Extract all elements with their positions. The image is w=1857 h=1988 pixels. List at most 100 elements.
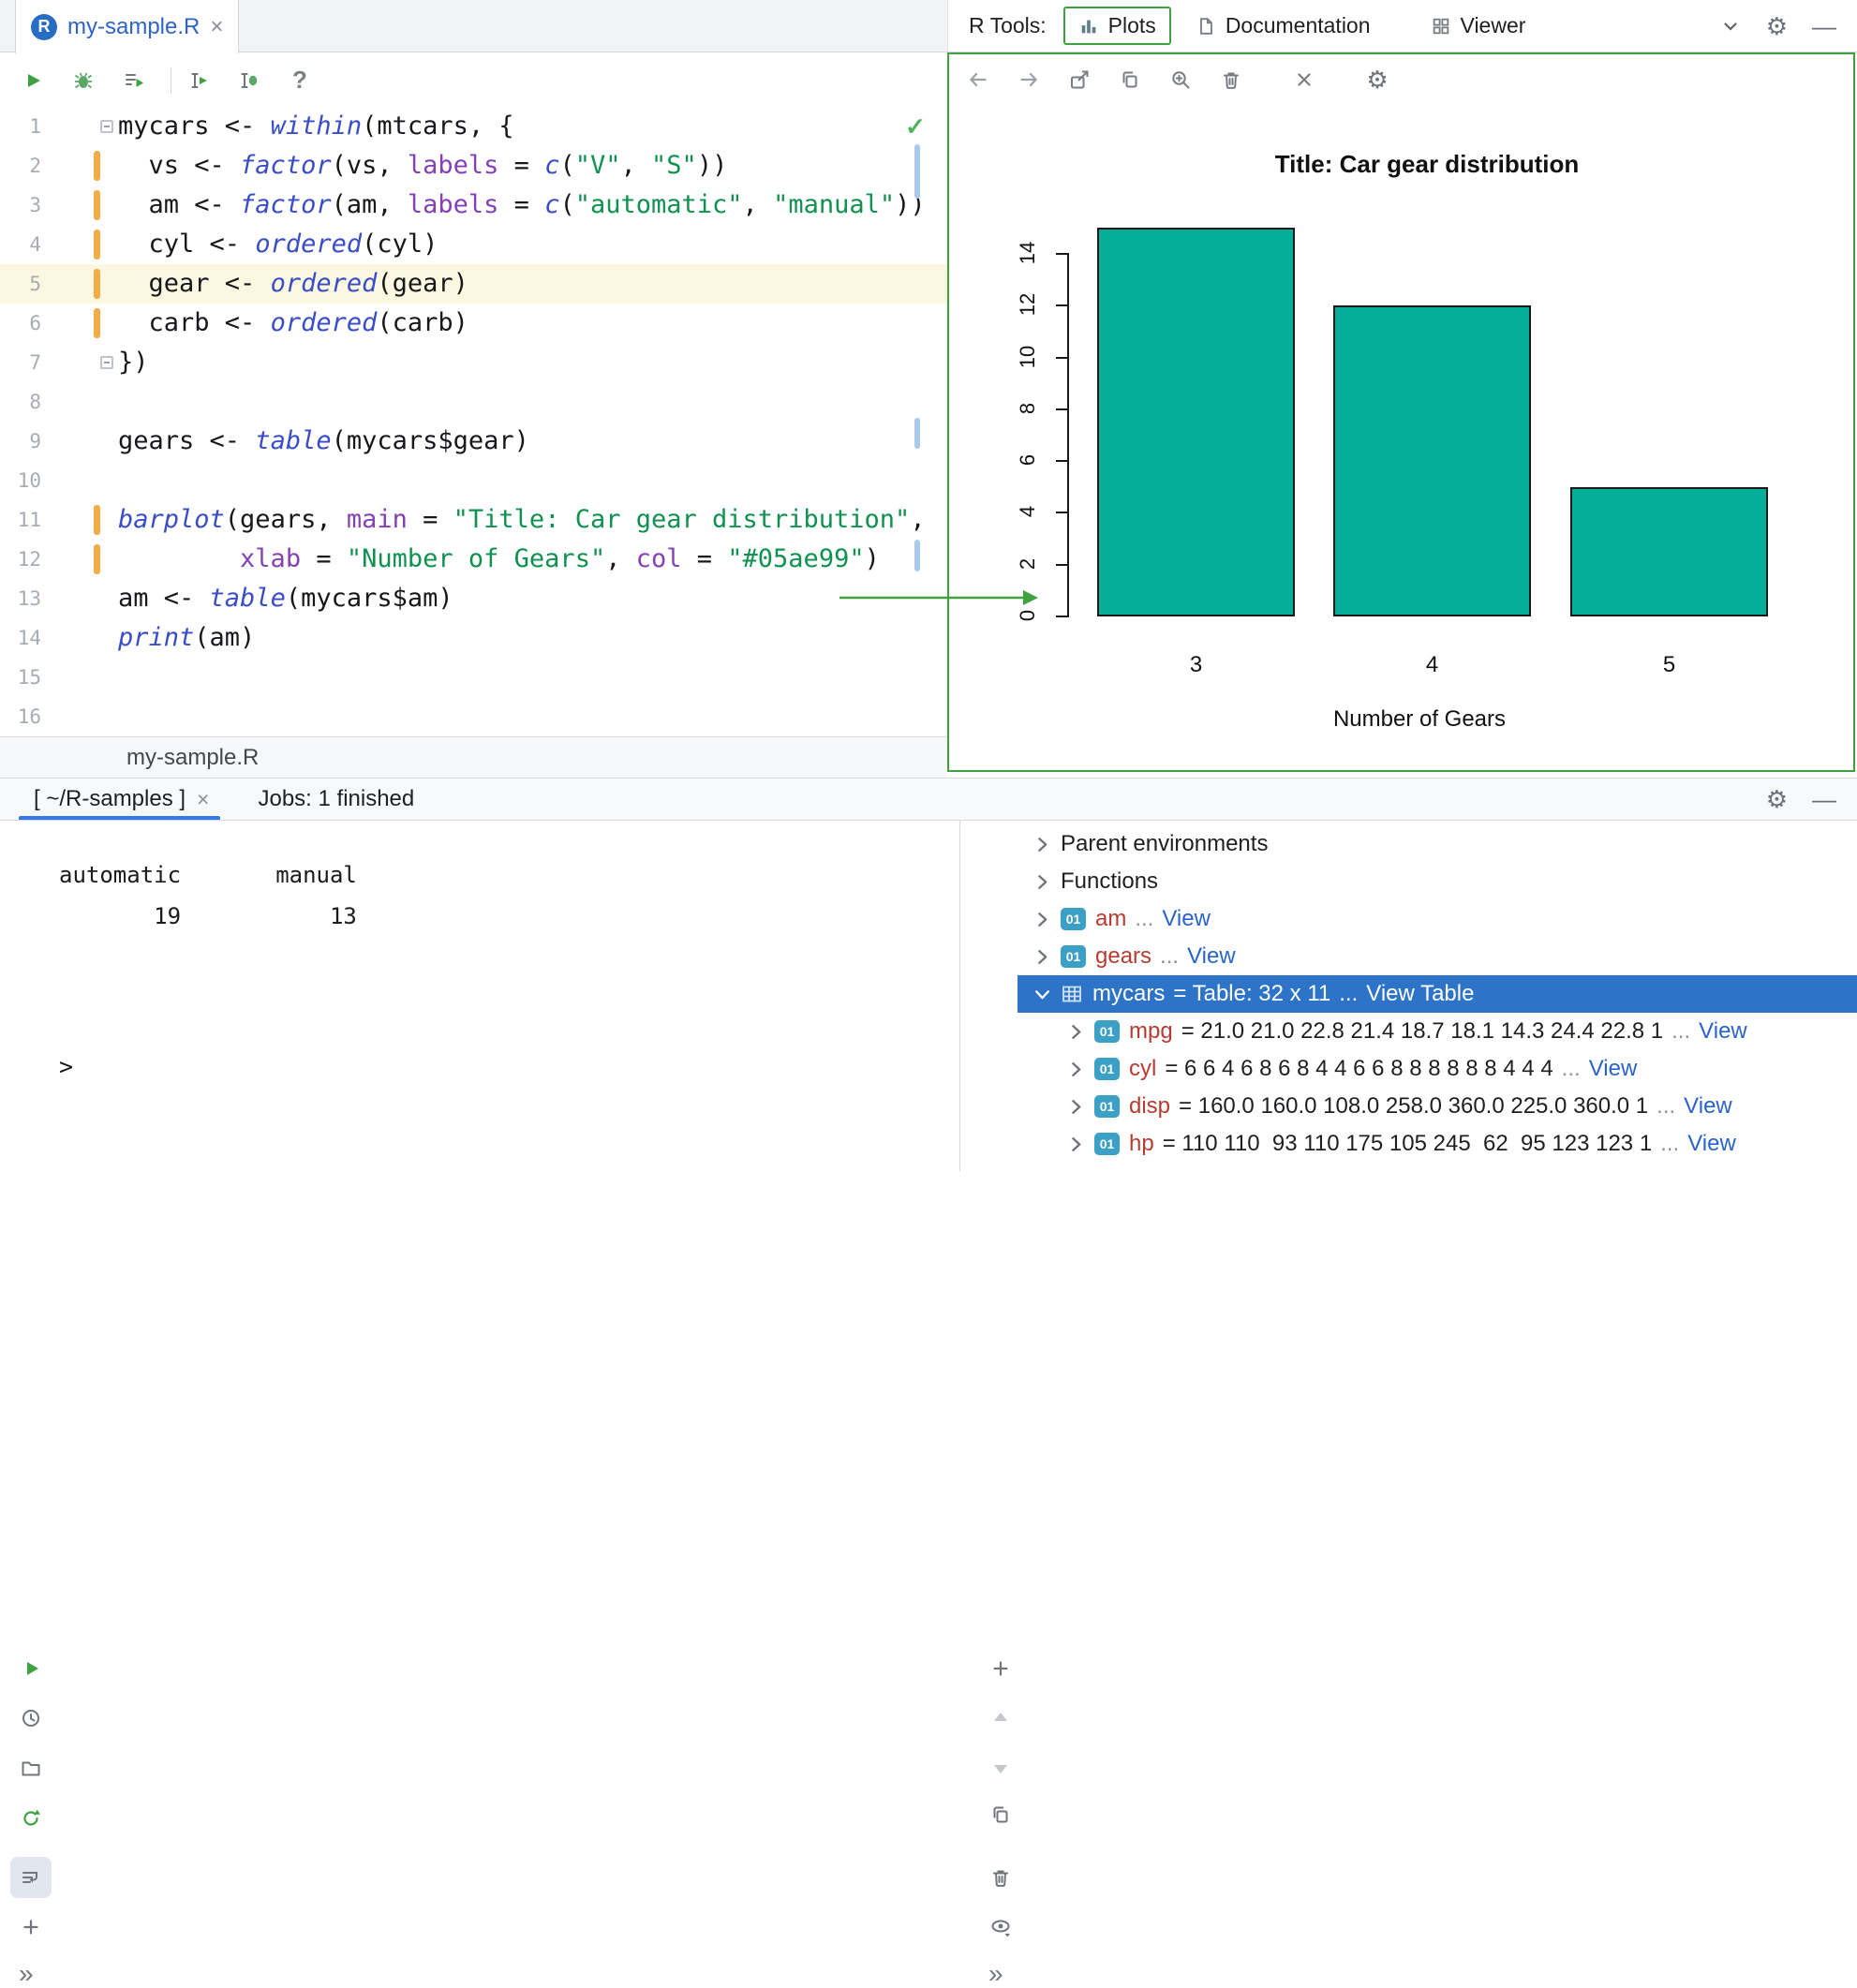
close-tab-icon[interactable]: ×	[210, 14, 223, 40]
variables-tree[interactable]: Parent environmentsFunctions01am...View0…	[1018, 821, 1857, 1171]
code-line-5[interactable]: 5 gear <- ordered(gear)	[0, 264, 947, 304]
variables-rows: Parent environmentsFunctions01am...View0…	[1018, 825, 1857, 1163]
tree-var-mpg[interactable]: 01mpg= 21.0 21.0 22.8 21.4 18.7 18.1 14.…	[1018, 1013, 1857, 1050]
more-icon[interactable]: »	[988, 1963, 1003, 1985]
error-stripe-mark[interactable]	[914, 418, 920, 449]
run-selection-icon[interactable]	[120, 67, 148, 95]
move-up-icon[interactable]	[989, 1707, 1012, 1729]
var-name: mycars	[1092, 981, 1165, 1007]
view-link[interactable]: View Table	[1366, 981, 1474, 1007]
tab-documentation[interactable]: Documentation	[1196, 13, 1371, 38]
eye-icon[interactable]	[989, 1916, 1012, 1938]
copy-icon[interactable]	[989, 1803, 1012, 1826]
gear-icon[interactable]: ⚙	[1766, 14, 1788, 38]
chevron-right-icon[interactable]	[1036, 909, 1061, 929]
code-line-6[interactable]: 6 carb <- ordered(carb)	[0, 304, 947, 343]
history-icon[interactable]	[20, 1707, 42, 1729]
code-line-15[interactable]: 15	[0, 658, 947, 697]
error-stripe-mark[interactable]	[914, 540, 920, 571]
debug-icon[interactable]	[69, 67, 97, 95]
code-line-7[interactable]: 7})	[0, 343, 947, 382]
fold-icon[interactable]	[100, 356, 113, 369]
console-output-area[interactable]: automatic manual 19 13 >	[50, 821, 959, 1171]
tab-plots[interactable]: Plots	[1063, 7, 1171, 45]
code-line-9[interactable]: 9gears <- table(mycars$gear)	[0, 422, 947, 461]
code-editor[interactable]: 1mycars <- within(mtcars, {2 vs <- facto…	[0, 107, 947, 736]
tab-viewer[interactable]: Viewer	[1431, 13, 1526, 38]
tree-var-gears[interactable]: 01gears...View	[1018, 938, 1857, 975]
y-tick	[1056, 304, 1067, 306]
tab-jobs[interactable]: Jobs: 1 finished	[258, 786, 414, 812]
delete-icon[interactable]	[989, 1866, 1012, 1889]
code-line-2[interactable]: 2 vs <- factor(vs, labels = c("V", "S"))	[0, 146, 947, 185]
group-label: Functions	[1061, 868, 1158, 895]
inspections-ok-icon[interactable]: ✓	[905, 112, 926, 141]
code-line-8[interactable]: 8	[0, 382, 947, 422]
numeric-var-icon: 01	[1061, 908, 1086, 930]
tab-console[interactable]: [ ~/R-samples ] ×	[19, 779, 220, 820]
gear-icon[interactable]: ⚙	[1766, 787, 1788, 811]
code-line-3[interactable]: 3 am <- factor(am, labels = c("automatic…	[0, 185, 947, 225]
minimize-icon[interactable]: —	[1812, 787, 1836, 811]
fold-icon[interactable]	[100, 120, 113, 133]
view-link[interactable]: View	[1684, 1093, 1732, 1120]
chevron-right-icon[interactable]	[1070, 1134, 1094, 1154]
var-value: = 110 110 93 110 175 105 245 62 95 123 1…	[1163, 1131, 1652, 1157]
tree-group-functions[interactable]: Functions	[1018, 863, 1857, 900]
chevron-right-icon[interactable]	[1036, 871, 1061, 892]
tree-var-cyl[interactable]: 01cyl= 6 6 4 6 8 6 8 4 4 6 6 8 8 8 8 8 8…	[1018, 1050, 1857, 1088]
y-tick-label: 12	[1016, 276, 1040, 333]
view-link[interactable]: View	[1187, 943, 1236, 970]
more-icon[interactable]: »	[19, 1963, 34, 1985]
r-file-icon: R	[31, 14, 57, 40]
code-line-11[interactable]: 11barplot(gears, main = "Title: Car gear…	[0, 500, 947, 540]
view-link[interactable]: View	[1589, 1056, 1638, 1082]
breadcrumb-file[interactable]: my-sample.R	[126, 745, 259, 770]
help-icon[interactable]: ?	[286, 67, 314, 95]
code-line-13[interactable]: 13am <- table(mycars$am)	[0, 579, 947, 618]
code-line-14[interactable]: 14print(am)	[0, 618, 947, 658]
tree-var-mycars[interactable]: mycars= Table: 32 x 11...View Table	[1018, 975, 1857, 1013]
code-line-16[interactable]: 16	[0, 697, 947, 736]
soft-wrap-icon[interactable]	[20, 1866, 42, 1889]
plots-panel: ⚙ Title: Car gear distribution 024681012…	[947, 52, 1855, 772]
breadcrumb[interactable]: my-sample.R	[0, 736, 947, 778]
chevron-expanded-icon[interactable]	[1036, 984, 1061, 1004]
line-number: 4	[0, 225, 41, 264]
var-ellipsis: ...	[1160, 943, 1179, 970]
chevron-right-icon[interactable]	[1036, 834, 1061, 854]
chevron-right-icon[interactable]	[1070, 1021, 1094, 1042]
chevron-right-icon[interactable]	[1070, 1059, 1094, 1079]
tree-var-disp[interactable]: 01disp= 160.0 160.0 108.0 258.0 360.0 22…	[1018, 1088, 1857, 1125]
close-console-icon[interactable]: ×	[197, 787, 209, 812]
run-icon[interactable]	[19, 67, 47, 95]
folder-icon[interactable]	[20, 1757, 42, 1779]
tab-my-sample-r[interactable]: R my-sample.R ×	[15, 0, 239, 53]
numeric-var-icon: 01	[1061, 945, 1086, 968]
tree-group-parent-environments[interactable]: Parent environments	[1018, 825, 1857, 863]
chevron-down-icon[interactable]	[1719, 15, 1742, 37]
debug-from-cursor-icon[interactable]	[235, 67, 263, 95]
minimize-icon[interactable]: —	[1812, 14, 1836, 38]
rerun-icon[interactable]	[20, 1806, 42, 1829]
view-link[interactable]: View	[1687, 1131, 1736, 1157]
move-down-icon[interactable]	[989, 1757, 1012, 1779]
code-line-12[interactable]: 12 xlab = "Number of Gears", col = "#05a…	[0, 540, 947, 579]
line-number: 6	[0, 304, 41, 343]
run-icon[interactable]	[20, 1657, 42, 1680]
add-icon[interactable]	[989, 1657, 1012, 1680]
add-icon[interactable]	[20, 1916, 42, 1938]
view-link[interactable]: View	[1699, 1018, 1747, 1045]
view-link[interactable]: View	[1162, 906, 1211, 932]
code-line-10[interactable]: 10	[0, 461, 947, 500]
run-from-cursor-icon[interactable]	[185, 67, 213, 95]
line-number: 2	[0, 146, 41, 185]
line-number: 9	[0, 422, 41, 461]
error-stripe-mark[interactable]	[914, 144, 920, 199]
code-line-4[interactable]: 4 cyl <- ordered(cyl)	[0, 225, 947, 264]
chevron-right-icon[interactable]	[1070, 1096, 1094, 1117]
tree-var-am[interactable]: 01am...View	[1018, 900, 1857, 938]
code-line-1[interactable]: 1mycars <- within(mtcars, {	[0, 107, 947, 146]
chevron-right-icon[interactable]	[1036, 946, 1061, 967]
tree-var-hp[interactable]: 01hp= 110 110 93 110 175 105 245 62 95 1…	[1018, 1125, 1857, 1163]
